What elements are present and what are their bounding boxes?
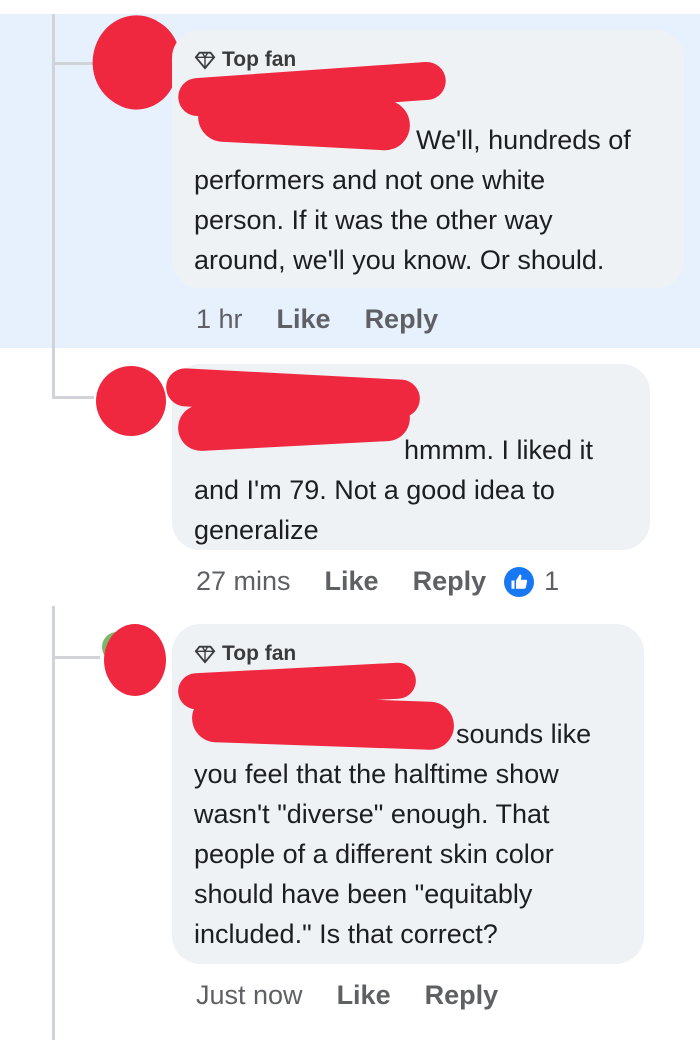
comment-actions: 1 hr Like Reply bbox=[196, 304, 438, 335]
thread-branch bbox=[52, 396, 94, 399]
like-button[interactable]: Like bbox=[325, 566, 379, 597]
comment-text-line: people of a different skin color bbox=[194, 839, 554, 869]
reply-button[interactable]: Reply bbox=[425, 980, 499, 1011]
badge-label: Top fan bbox=[222, 48, 297, 71]
top-fan-badge: Top fan bbox=[194, 642, 622, 666]
comment-text-line: performers and not one white bbox=[194, 165, 546, 195]
reply-button[interactable]: Reply bbox=[365, 304, 439, 335]
comment-time: 1 hr bbox=[196, 304, 243, 334]
name-redaction bbox=[191, 693, 455, 751]
diamond-icon bbox=[194, 645, 216, 664]
top-strip bbox=[0, 0, 700, 14]
comment-text-line: wasn't "diverse" enough. That bbox=[194, 799, 550, 829]
comment-text-line: should have been "equitably bbox=[194, 879, 533, 909]
thumbs-up-icon[interactable] bbox=[504, 566, 535, 597]
diamond-icon bbox=[194, 51, 216, 70]
comment-text-line: included." Is that correct? bbox=[194, 919, 498, 949]
comment-time: 27 mins bbox=[196, 566, 291, 596]
comment-text-line: around, we'll you know. Or should. bbox=[194, 245, 605, 275]
comment-text-line: person. If it was the other way bbox=[194, 205, 553, 235]
reaction-count: 1 bbox=[544, 566, 560, 596]
comment-actions: Just now Like Reply bbox=[196, 980, 498, 1011]
comment-text-line: generalize bbox=[194, 515, 319, 545]
reply-button[interactable]: Reply bbox=[413, 566, 487, 597]
comment-text-line: you feel that the halftime show bbox=[194, 759, 559, 789]
badge-label: Top fan bbox=[222, 642, 297, 665]
comment-text-line: and I'm 79. Not a good idea to bbox=[194, 475, 555, 505]
avatar-redaction bbox=[104, 624, 166, 696]
thread-line bbox=[52, 14, 55, 398]
thread-branch bbox=[52, 656, 100, 659]
comment-time: Just now bbox=[196, 980, 303, 1010]
thread-line bbox=[52, 606, 55, 1040]
like-button[interactable]: Like bbox=[337, 980, 391, 1011]
thread-branch bbox=[52, 62, 94, 65]
like-button[interactable]: Like bbox=[277, 304, 331, 335]
comment-actions: 27 mins Like Reply 1 bbox=[196, 566, 559, 597]
avatar[interactable] bbox=[96, 366, 166, 436]
